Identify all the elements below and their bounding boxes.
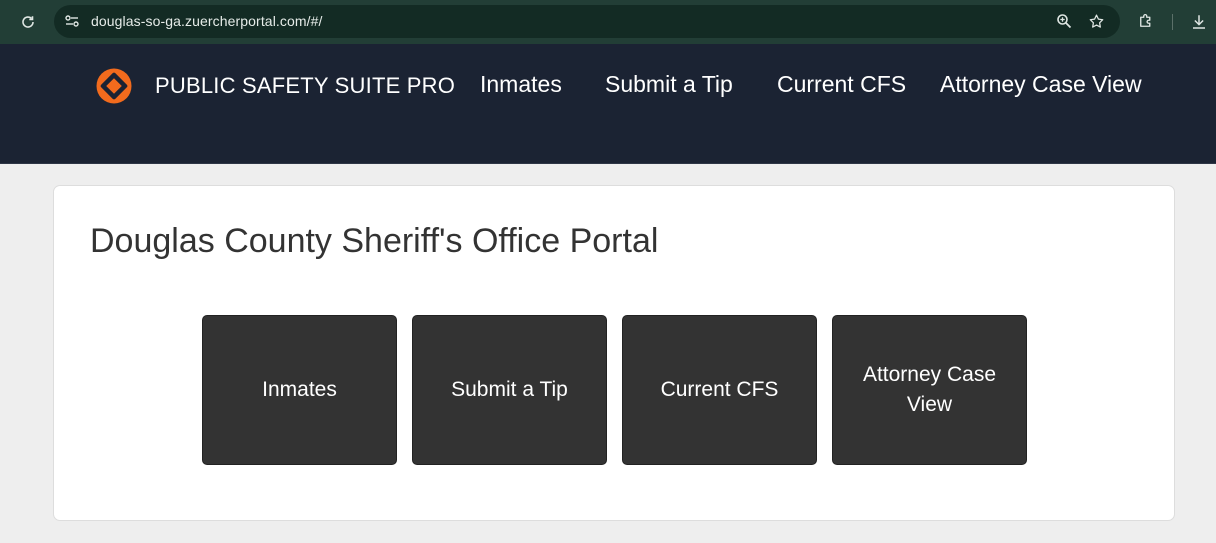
browser-toolbar: douglas-so-ga.zuercherportal.com/#/ [0,0,1216,44]
tile-attorney-case-view[interactable]: Attorney Case View [832,315,1027,465]
nav-attorney-case-view[interactable]: Attorney Case View [940,71,1142,98]
nav-current-cfs[interactable]: Current CFS [777,71,906,98]
extensions-icon[interactable] [1136,11,1156,31]
address-bar[interactable]: douglas-so-ga.zuercherportal.com/#/ [54,5,1120,38]
tile-label: Submit a Tip [451,378,568,401]
reload-icon[interactable] [17,11,39,33]
page-title: Douglas County Sheriff's Office Portal [90,222,659,260]
site-header: PUBLIC SAFETY SUITE PRO Inmates Submit a… [0,44,1216,164]
nav-submit-a-tip[interactable]: Submit a Tip [605,71,733,98]
nav-inmates[interactable]: Inmates [480,71,562,98]
portal-card: Douglas County Sheriff's Office Portal I… [53,185,1175,521]
tile-label: Inmates [262,378,337,401]
tile-label: Current CFS [660,378,779,401]
site-info-icon[interactable] [61,10,83,32]
url-text[interactable]: douglas-so-ga.zuercherportal.com/#/ [91,13,323,29]
tile-label: Attorney Case View [862,363,997,416]
tile-current-cfs[interactable]: Current CFS [622,315,817,465]
download-icon[interactable] [1188,11,1210,33]
bookmark-star-icon[interactable] [1086,11,1106,31]
brand-name[interactable]: PUBLIC SAFETY SUITE PRO [155,73,455,99]
tile-submit-a-tip[interactable]: Submit a Tip [412,315,607,465]
brand-logo-icon[interactable] [95,67,133,105]
zoom-icon[interactable] [1054,11,1074,31]
tile-inmates[interactable]: Inmates [202,315,397,465]
toolbar-divider [1172,14,1173,30]
